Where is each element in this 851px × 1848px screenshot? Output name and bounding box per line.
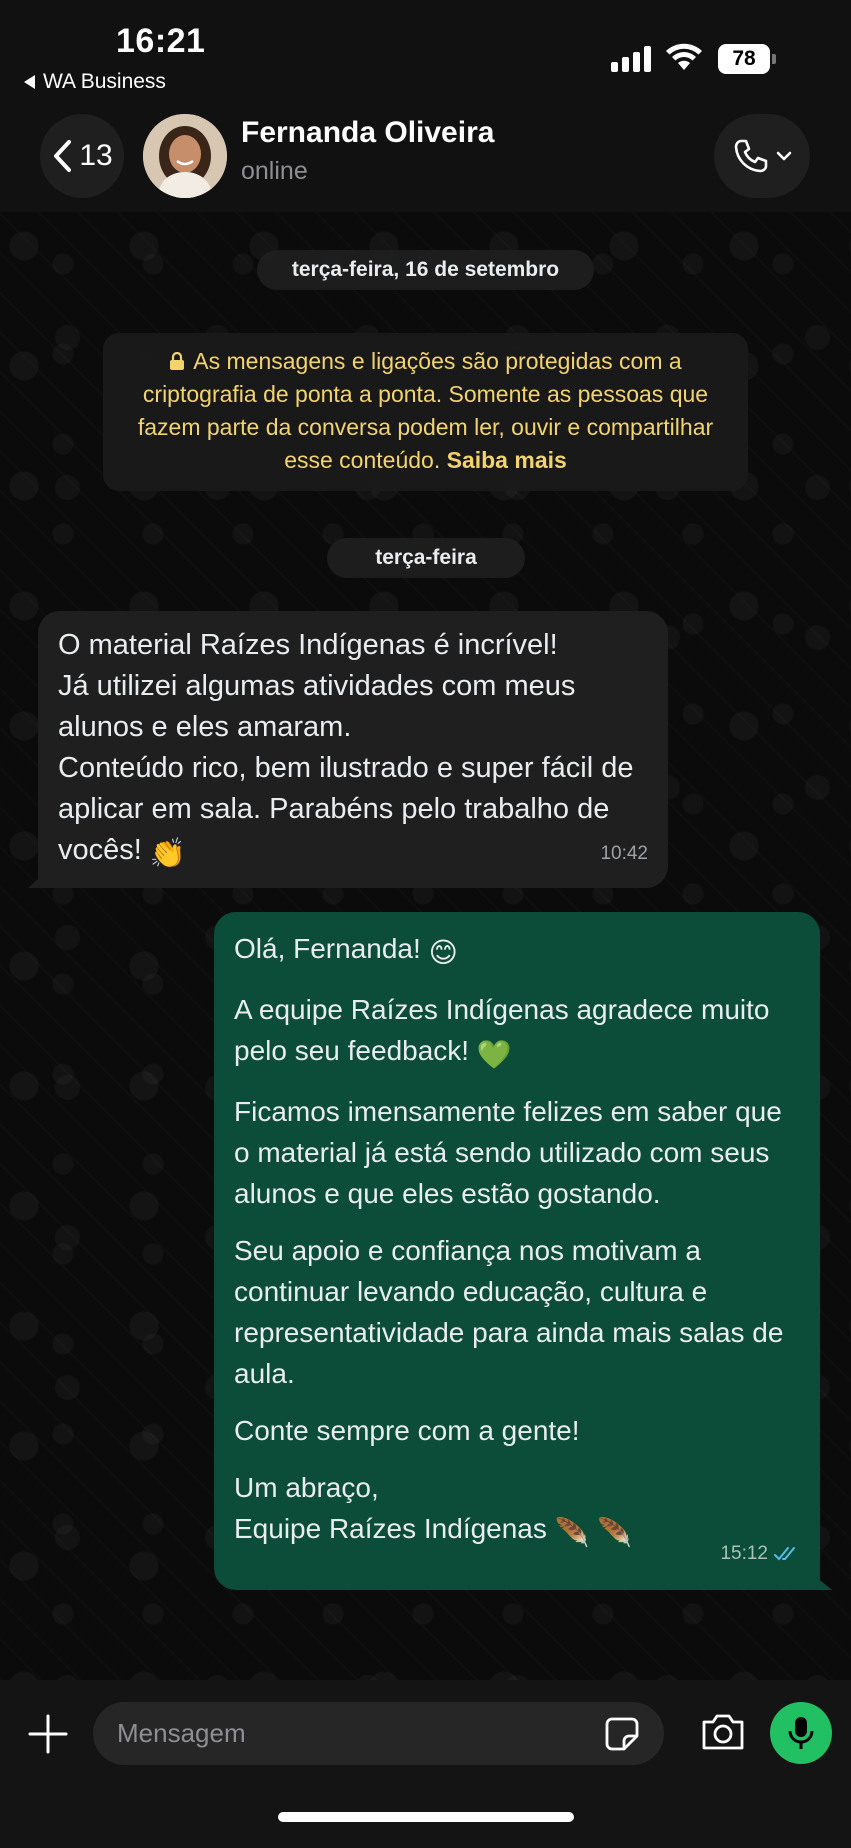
microphone-button[interactable] <box>770 1702 832 1764</box>
green-heart-emoji: 💚 <box>476 1039 512 1070</box>
unread-count: 13 <box>79 139 113 172</box>
outgoing-message[interactable]: Olá, Fernanda! 😊 A equipe Raízes Indígen… <box>214 912 832 1590</box>
back-to-app-link[interactable]: WA Business <box>24 70 166 94</box>
contact-name[interactable]: Fernanda Oliveira <box>241 116 494 150</box>
camera-icon[interactable] <box>700 1710 746 1754</box>
message-paragraph: Olá, Fernanda! 😊 <box>234 928 800 973</box>
battery-indicator: 78 <box>718 44 776 74</box>
message-line: Já utilizei algumas atividades com meus … <box>58 670 576 743</box>
phone-icon <box>734 139 768 173</box>
incoming-message[interactable]: O material Raízes Indígenas é incrível! … <box>28 611 668 888</box>
back-button[interactable]: 13 <box>40 114 124 198</box>
back-triangle-icon <box>24 75 35 89</box>
date-separator: terça-feira, 16 de setembro <box>257 250 594 290</box>
composer-bar <box>0 1680 851 1848</box>
message-time: 10:42 <box>600 843 648 864</box>
battery-level: 78 <box>718 44 770 74</box>
avatar-portrait-icon <box>143 114 227 198</box>
cellular-signal-icon <box>611 44 651 72</box>
message-line: O material Raízes Indígenas é incrível! <box>58 629 558 661</box>
read-receipt-icon <box>774 1546 795 1560</box>
message-paragraph: Ficamos imensamente felizes em saber que… <box>234 1096 782 1209</box>
encryption-notice[interactable]: As mensagens e ligações são protegidas c… <box>103 333 748 491</box>
message-line: Conteúdo rico, bem ilustrado e super fác… <box>58 748 648 875</box>
message-signature: Um abraço, Equipe Raízes Indígenas 🪶 🪶 <box>234 1467 800 1553</box>
chat-header: 13 Fernanda Oliveira online <box>0 100 851 212</box>
message-paragraph: Seu apoio e confiança nos motivam a cont… <box>234 1235 784 1389</box>
contact-avatar[interactable] <box>143 114 227 198</box>
date-separator: terça-feira <box>327 538 525 578</box>
chevron-down-icon <box>776 151 792 161</box>
sticker-icon[interactable] <box>604 1716 640 1752</box>
microphone-icon <box>788 1717 814 1749</box>
wifi-icon <box>666 43 702 70</box>
message-input[interactable] <box>93 1702 664 1765</box>
status-time: 16:21 <box>116 22 206 60</box>
clapping-hands-emoji: 👏 <box>149 838 186 870</box>
plus-icon[interactable] <box>26 1712 70 1756</box>
encryption-text: As mensagens e ligações são protegidas c… <box>137 348 714 473</box>
message-time-status: 15:12 <box>720 1533 800 1574</box>
status-bar: 16:21 WA Business 78 <box>0 0 851 100</box>
contact-status: online <box>241 157 308 185</box>
home-indicator[interactable] <box>278 1812 574 1822</box>
feather-emoji: 🪶 🪶 <box>554 1517 633 1548</box>
smiling-face-emoji: 😊 <box>428 937 458 968</box>
message-time: 15:12 <box>720 1543 768 1564</box>
message-paragraph: A equipe Raízes Indígenas agradece muito… <box>234 989 800 1075</box>
message-paragraph: Conte sempre com a gente! <box>234 1415 580 1446</box>
lock-icon <box>170 352 185 370</box>
back-app-label: WA Business <box>43 70 166 93</box>
call-button[interactable] <box>714 114 810 198</box>
chevron-left-icon <box>54 140 72 172</box>
learn-more-link[interactable]: Saiba mais <box>447 447 567 473</box>
